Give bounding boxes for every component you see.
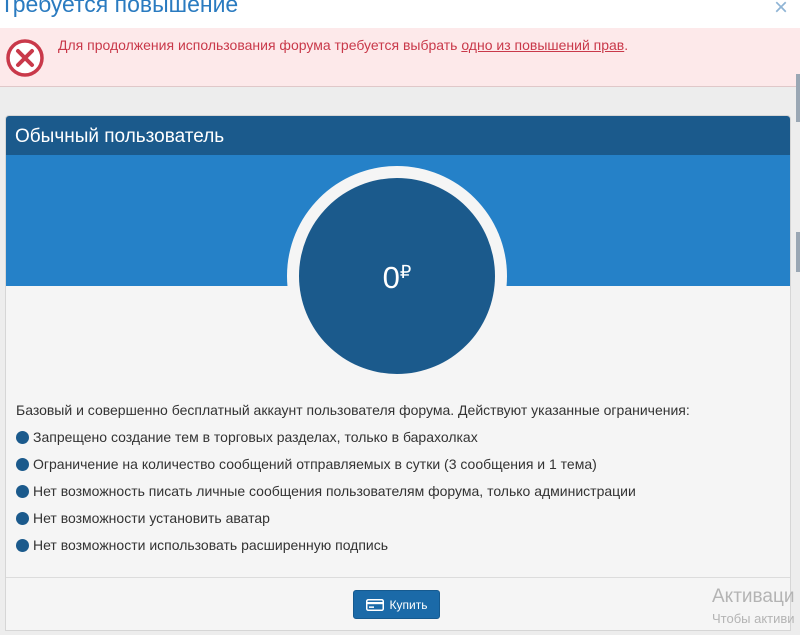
activation-watermark-subtitle: Чтобы активи — [712, 611, 795, 626]
price-circle-inner: 0₽ — [299, 178, 495, 374]
plan-feature-item: Нет возможность писать личные сообщения … — [16, 483, 636, 510]
plan-feature-item: Запрещено создание тем в торговых раздел… — [16, 429, 636, 456]
alert-message: Для продолжения использования форума тре… — [58, 37, 628, 53]
price-amount: 0 — [382, 260, 400, 295]
plan-features-list: Запрещено создание тем в торговых раздел… — [16, 429, 636, 564]
upgrade-options-link[interactable]: одно из повышений прав — [461, 37, 624, 53]
bullet-dot-icon — [16, 485, 29, 498]
bullet-dot-icon — [16, 539, 29, 552]
bullet-dot-icon — [16, 431, 29, 444]
dialog-header: Требуется повышение × — [0, 0, 800, 29]
price-currency: ₽ — [399, 262, 412, 282]
price-value: 0₽ — [299, 260, 495, 296]
error-circle-x-icon — [6, 39, 44, 77]
price-circle: 0₽ — [287, 166, 507, 386]
dialog-title: Требуется повышение — [0, 0, 239, 17]
plan-card-header: Обычный пользователь — [6, 116, 790, 155]
alert-message-text: Для продолжения использования форума тре… — [58, 37, 462, 53]
plan-feature-text: Нет возможности использовать расширенную… — [33, 537, 389, 553]
close-button[interactable]: × — [774, 0, 788, 23]
bullet-dot-icon — [16, 512, 29, 525]
scroll-edge-marker — [796, 74, 800, 122]
bullet-dot-icon — [16, 458, 29, 471]
plan-feature-text: Нет возможность писать личные сообщения … — [33, 483, 636, 499]
plan-title: Обычный пользователь — [15, 126, 225, 147]
alert-message-suffix: . — [624, 37, 629, 53]
plan-description: Базовый и совершенно бесплатный аккаунт … — [16, 402, 690, 418]
buy-button-label: Купить — [389, 597, 428, 612]
plan-card: Обычный пользователь 0₽ Базовый и соверш… — [5, 115, 791, 631]
alert-banner: Для продолжения использования форума тре… — [0, 28, 800, 87]
scroll-edge-marker — [796, 232, 800, 272]
plan-feature-text: Нет возможности установить аватар — [33, 510, 270, 526]
buy-button[interactable]: Купить — [353, 590, 440, 619]
plan-card-footer: Купить — [6, 577, 790, 630]
plan-feature-item: Нет возможности использовать расширенную… — [16, 537, 636, 564]
credit-card-icon — [365, 598, 384, 611]
plan-feature-text: Ограничение на количество сообщений отпр… — [33, 456, 597, 472]
plan-feature-item: Ограничение на количество сообщений отпр… — [16, 456, 636, 483]
activation-watermark-title: Активаци — [712, 586, 795, 607]
plan-feature-item: Нет возможности установить аватар — [16, 510, 636, 537]
plan-feature-text: Запрещено создание тем в торговых раздел… — [33, 429, 478, 445]
